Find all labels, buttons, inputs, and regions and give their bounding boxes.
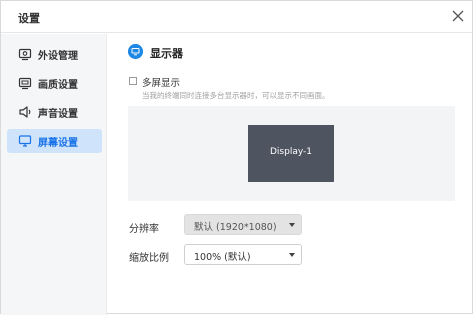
monitor-icon [128,44,143,59]
scale-select[interactable]: 100% (默认) [184,244,302,265]
display-thumbnail[interactable]: Display-1 [248,125,334,182]
image-quality-icon [18,77,32,90]
sidebar-item-peripherals[interactable]: 外设管理 [7,42,102,66]
resolution-value: 默认 (1920*1080) [194,222,277,233]
multi-screen-label: 多屏显示 [142,78,181,89]
sidebar-item-screen[interactable]: 屏幕设置 [7,129,102,153]
sidebar-item-label: 声音设置 [38,109,78,120]
sidebar-item-label: 画质设置 [38,80,78,91]
dialog-title: 设置 [18,12,40,25]
speaker-icon [19,106,31,118]
display-label: Display-1 [270,147,312,157]
sidebar: 外设管理 画质设置 声音设置 屏幕设置 [1,34,107,315]
multi-screen-checkbox[interactable] [129,77,137,85]
peripheral-icon [18,48,32,61]
resolution-label: 分辨率 [129,224,159,235]
monitor-icon [18,135,32,147]
resolution-select[interactable]: 默认 (1920*1080) [184,214,302,235]
title-bar: 设置 [1,1,472,33]
sidebar-item-label: 外设管理 [38,51,78,62]
scale-value: 100% (默认) [194,252,251,263]
chevron-down-icon [289,223,295,227]
display-preview-area: Display-1 [128,106,455,201]
settings-dialog: 设置 外设管理 画质设置 声音设置 屏幕设置 显示器 多屏显示 当我的终端同时连… [0,0,473,315]
chevron-down-icon [289,253,295,257]
sidebar-item-label: 屏幕设置 [38,138,78,149]
section-title: 显示器 [150,47,183,60]
scale-label: 缩放比例 [129,253,169,264]
close-icon[interactable] [451,9,465,23]
sidebar-item-sound[interactable]: 声音设置 [7,100,102,124]
multi-screen-hint: 当我的终端同时连接多台显示器时，可以显示不同画面。 [142,91,330,100]
sidebar-item-image-quality[interactable]: 画质设置 [7,71,102,95]
